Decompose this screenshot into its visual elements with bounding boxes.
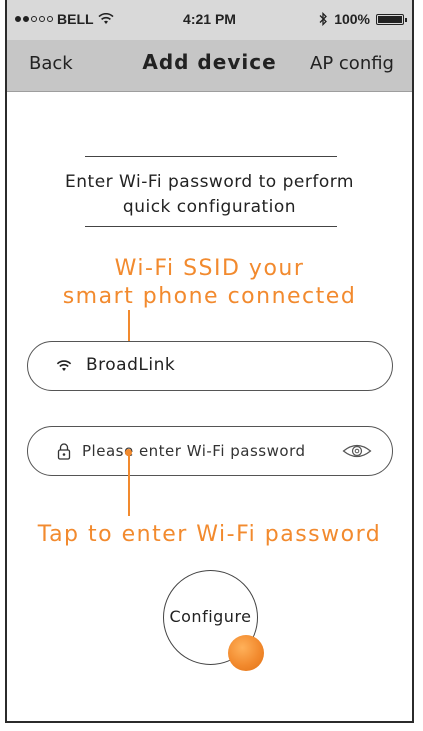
wifi-icon bbox=[56, 360, 72, 371]
eye-icon[interactable] bbox=[342, 441, 372, 461]
ap-config-button[interactable]: AP config bbox=[310, 53, 394, 74]
ssid-field[interactable]: BroadLink bbox=[27, 341, 393, 391]
ssid-annotation-line-1: Wi-Fi SSID your bbox=[114, 256, 305, 281]
bluetooth-icon bbox=[319, 12, 328, 26]
status-right: 100% bbox=[319, 11, 407, 27]
battery-fill bbox=[378, 15, 402, 23]
battery-percent: 100% bbox=[334, 11, 370, 27]
ssid-annotation-line-2: smart phone connected bbox=[62, 284, 357, 309]
password-annotation: Tap to enter Wi-Fi password bbox=[37, 522, 382, 547]
password-leader-line bbox=[128, 452, 130, 516]
instruction-line-2: quick configuration bbox=[122, 197, 297, 217]
phone-screen: BELL 4:21 PM 100% Back Add device AP con… bbox=[5, 0, 414, 723]
battery-icon bbox=[376, 13, 407, 25]
configure-label: Configure bbox=[169, 607, 252, 626]
password-placeholder: Please enter Wi-Fi password bbox=[82, 442, 306, 460]
instruction-text: Enter Wi-Fi password to perform quick co… bbox=[27, 170, 392, 220]
top-divider bbox=[85, 156, 337, 157]
ssid-value: BroadLink bbox=[86, 355, 176, 375]
password-field[interactable]: Please enter Wi-Fi password bbox=[27, 426, 393, 476]
navigation-bar: Back Add device AP config bbox=[7, 40, 412, 92]
lock-icon bbox=[57, 443, 71, 460]
bottom-divider bbox=[85, 226, 337, 227]
tap-indicator bbox=[228, 635, 264, 671]
status-bar: BELL 4:21 PM 100% bbox=[7, 0, 412, 40]
instruction-line-1: Enter Wi-Fi password to perform bbox=[65, 172, 354, 192]
ssid-annotation: Wi-Fi SSID your smart phone connected bbox=[7, 255, 412, 311]
